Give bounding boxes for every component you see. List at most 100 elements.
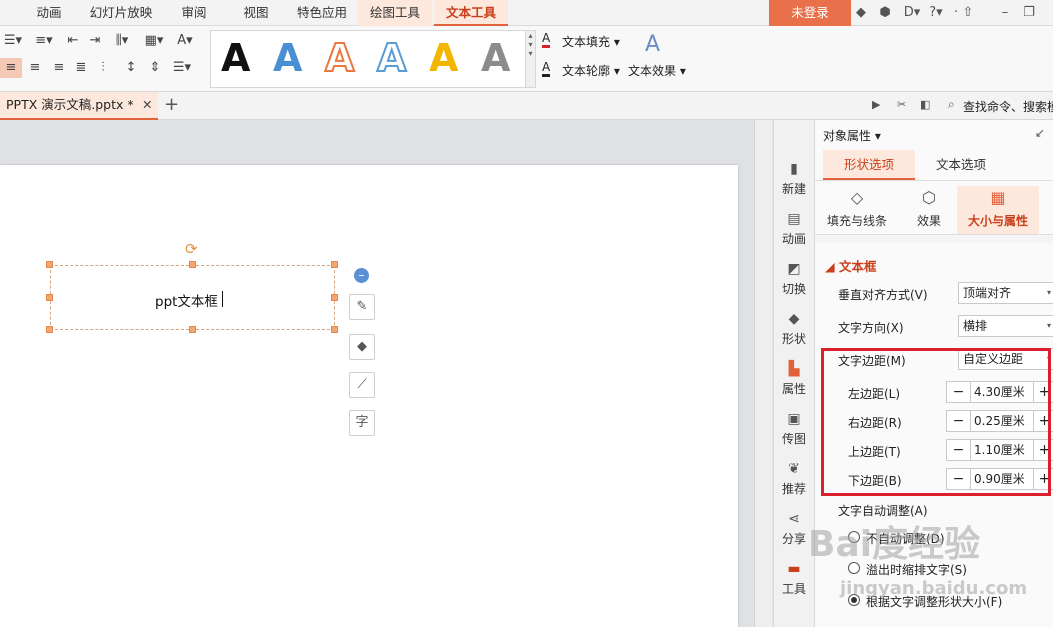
- size-properties-icon: ▦: [990, 188, 1006, 207]
- side-tool-transition[interactable]: ◩ 切换: [774, 254, 814, 304]
- paragraph-spacing-icon[interactable]: ⇕: [144, 58, 166, 78]
- align-left-icon[interactable]: ≡: [0, 58, 22, 78]
- text-outline-icon[interactable]: A: [542, 60, 551, 77]
- watermark-url: jingyan.baidu.com: [840, 578, 1028, 599]
- wordart-style-1[interactable]: A: [221, 35, 250, 81]
- vertical-align-select[interactable]: 顶端对齐 ▾: [958, 282, 1053, 304]
- document-tab-bar: PPTX 演示文稿.pptx * ✕ + ▶ ✂ ◧ ⌕ 查找命令、搜索模: [0, 92, 1053, 120]
- image-upload-icon: ▣: [787, 411, 801, 427]
- text-direction-label: 文字方向(X): [838, 321, 904, 335]
- side-tool-recommend[interactable]: ❦ 推荐: [774, 454, 814, 504]
- resize-handle-s[interactable]: [189, 326, 196, 333]
- text-fill-icon[interactable]: A: [542, 31, 551, 48]
- wordart-style-3[interactable]: A: [324, 35, 355, 81]
- increase-indent-icon[interactable]: ⇥: [84, 31, 106, 51]
- login-button[interactable]: 未登录: [769, 0, 851, 26]
- document-tab[interactable]: PPTX 演示文稿.pptx * ✕: [0, 92, 158, 120]
- tab-text-tools[interactable]: 文本工具: [434, 0, 508, 26]
- restore-up-icon[interactable]: ⇧: [960, 5, 976, 21]
- justify-icon[interactable]: ≣: [70, 58, 92, 78]
- resize-handle-e[interactable]: [331, 294, 338, 301]
- collapse-icon[interactable]: –: [354, 268, 369, 283]
- transition-icon: ◩: [787, 261, 801, 277]
- columns-icon[interactable]: ⫼▾: [108, 31, 136, 51]
- numbered-list-icon[interactable]: ≡▾: [30, 31, 58, 51]
- text-cursor: [222, 291, 223, 307]
- text-indent-icon[interactable]: ☰▾: [168, 58, 196, 78]
- resize-handle-sw[interactable]: [46, 326, 53, 333]
- wordart-style-4[interactable]: A: [376, 35, 407, 81]
- new-tab-icon[interactable]: +: [164, 94, 179, 115]
- tab-divider: [815, 180, 1053, 181]
- scrolled-content-edge: [815, 235, 1053, 243]
- line-spacing-icon[interactable]: ↕: [120, 58, 142, 78]
- resize-handle-ne[interactable]: [331, 261, 338, 268]
- highlight-box: [821, 348, 1051, 496]
- fill-bucket-icon[interactable]: ◆: [349, 334, 375, 360]
- text-format-icon[interactable]: 字: [349, 410, 375, 436]
- tool-icon[interactable]: ✂: [897, 98, 906, 111]
- maximize-icon[interactable]: ❐: [1021, 5, 1037, 21]
- text-outline-button[interactable]: 文本轮廓 ▾: [562, 62, 620, 79]
- decrease-indent-icon[interactable]: ⇤: [62, 31, 84, 51]
- text-effect-icon[interactable]: A: [645, 32, 660, 57]
- wordart-style-6[interactable]: A: [481, 35, 510, 81]
- skin-icon[interactable]: ◆: [853, 5, 869, 21]
- panel-title[interactable]: 对象属性 ▾: [823, 127, 881, 144]
- text-direction-select[interactable]: 横排 ▾: [958, 315, 1053, 337]
- side-tool-new[interactable]: ▮ 新建: [774, 154, 814, 204]
- search-icon[interactable]: ⌕: [948, 97, 955, 112]
- recommend-icon: ❦: [788, 461, 800, 477]
- toolbox-icon: ▬: [787, 561, 801, 577]
- borders-icon[interactable]: ▦▾: [140, 31, 168, 51]
- tab-view[interactable]: 视图: [228, 0, 284, 26]
- resize-handle-se[interactable]: [331, 326, 338, 333]
- comment-icon[interactable]: ◧: [920, 98, 930, 111]
- section-textbox[interactable]: ◢ 文本框: [825, 256, 876, 275]
- side-tool-animation[interactable]: ▤ 动画: [774, 204, 814, 254]
- tab-shape-options[interactable]: 形状选项: [823, 150, 915, 180]
- resize-handle-w[interactable]: [46, 294, 53, 301]
- minimize-icon[interactable]: –: [997, 5, 1013, 21]
- command-search-input[interactable]: 查找命令、搜索模: [963, 98, 1053, 115]
- help-icon[interactable]: ?▾: [925, 5, 947, 21]
- animation-icon: ▤: [787, 211, 801, 227]
- tab-review[interactable]: 审阅: [166, 0, 222, 26]
- side-tool-shape[interactable]: ◆ 形状: [774, 304, 814, 354]
- gallery-scroll-button[interactable]: ▴ ▾ ▾: [526, 30, 536, 88]
- new-page-icon: ▮: [790, 161, 798, 177]
- properties-icon: ▙: [788, 361, 800, 377]
- side-tool-upload-image[interactable]: ▣ 传图: [774, 404, 814, 454]
- font-size-icon[interactable]: A▾: [172, 31, 198, 51]
- wordart-style-2[interactable]: A: [273, 35, 302, 81]
- distribute-icon[interactable]: ⫶: [92, 58, 114, 78]
- dock-panel-icon[interactable]: ↙: [1035, 126, 1045, 140]
- share-icon[interactable]: D▾: [901, 5, 923, 21]
- align-center-icon[interactable]: ≡: [24, 58, 46, 78]
- resize-handle-n[interactable]: [189, 261, 196, 268]
- subtab-size-properties[interactable]: ▦ 大小与属性: [957, 186, 1039, 234]
- tab-special-apps[interactable]: 特色应用: [288, 0, 356, 26]
- tab-slideshow[interactable]: 幻灯片放映: [80, 0, 162, 26]
- watermark-brand: Bai度经验: [808, 524, 981, 565]
- align-right-icon[interactable]: ≡: [48, 58, 70, 78]
- side-tool-properties[interactable]: ▙ 属性: [774, 354, 814, 404]
- share-icon: ⋖: [788, 511, 800, 527]
- tab-animation[interactable]: 动画: [20, 0, 78, 26]
- close-tab-icon[interactable]: ✕: [142, 92, 152, 118]
- outline-pen-icon[interactable]: ⟋: [349, 372, 375, 398]
- tab-drawing-tools[interactable]: 绘图工具: [358, 0, 432, 26]
- settings-icon[interactable]: ⬢: [877, 5, 893, 21]
- rotate-handle-icon[interactable]: ⟳: [185, 240, 198, 258]
- document-tab-title: PPTX 演示文稿.pptx *: [6, 97, 134, 112]
- vertical-scrollbar[interactable]: [754, 120, 772, 627]
- presentation-icon[interactable]: ▶: [872, 98, 880, 111]
- text-effect-button[interactable]: 文本效果 ▾: [628, 62, 686, 79]
- tab-text-options[interactable]: 文本选项: [919, 150, 1003, 180]
- text-fill-button[interactable]: 文本填充 ▾: [562, 33, 620, 50]
- resize-handle-nw[interactable]: [46, 261, 53, 268]
- bullet-list-icon[interactable]: ☰▾: [0, 31, 26, 51]
- wordart-gallery: A A A A A A: [210, 30, 526, 88]
- shape-style-icon[interactable]: ✎: [349, 294, 375, 320]
- wordart-style-5[interactable]: A: [429, 35, 458, 81]
